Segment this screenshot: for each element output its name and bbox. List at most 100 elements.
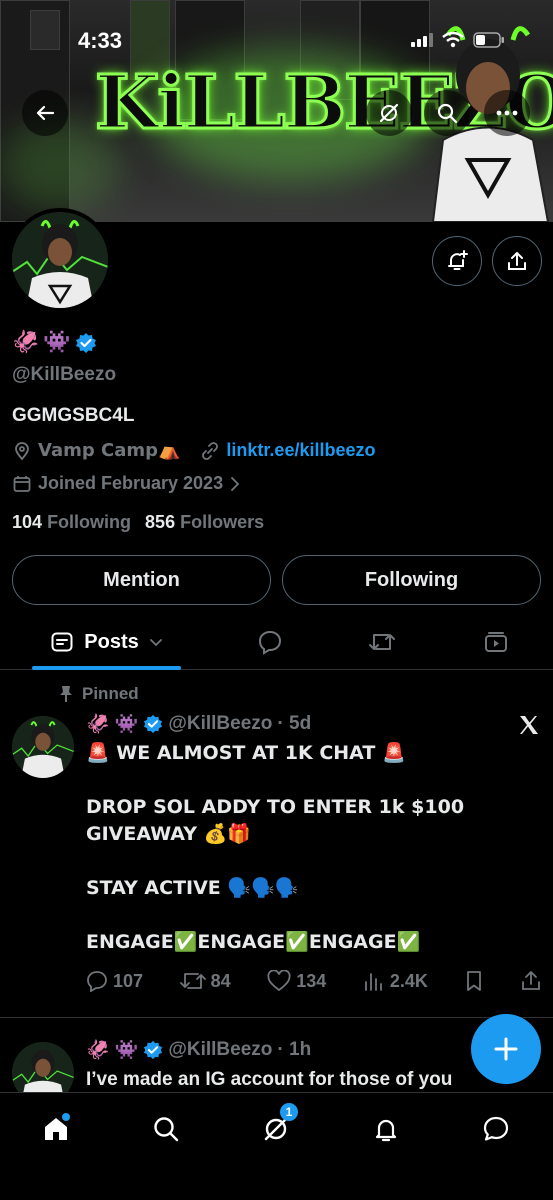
back-button[interactable] — [22, 90, 68, 136]
following-stat[interactable]: 104 Following — [12, 512, 131, 533]
display-name: 🦑 👾 — [12, 330, 97, 355]
post-text-line-4: STAY ACTIVE 🗣️🗣️🗣️ — [86, 877, 299, 899]
back-arrow-icon — [36, 105, 55, 121]
share-action[interactable] — [521, 970, 541, 992]
reply-count: 107 — [113, 970, 144, 991]
post-text-line-1: 🚨 WE ALMOST AT 1K CHAT 🚨 — [86, 742, 406, 764]
profile-joined-row[interactable]: Joined February 2023 — [12, 473, 241, 494]
share-profile-button[interactable] — [492, 236, 542, 286]
post-avatar-image — [12, 716, 74, 778]
tab-posts-label: Posts — [84, 630, 139, 653]
post-text: 🚨 WE ALMOST AT 1K CHAT 🚨 DROP SOL ADDY T… — [86, 740, 526, 956]
post-author-handle[interactable]: @KillBeezo — [168, 1039, 272, 1061]
search-icon — [437, 103, 458, 124]
post-author-emoji-2: 👾 — [114, 1039, 139, 1061]
post-text-line-3: GIVEAWAY 💰🎁 — [86, 823, 251, 845]
like-icon — [267, 970, 291, 992]
verified-badge-icon — [144, 1040, 163, 1059]
battery-icon — [473, 32, 504, 48]
profile-joined-date: Joined February 2023 — [38, 473, 224, 493]
bottom-navigation: 1 — [0, 1092, 553, 1200]
reply-action[interactable]: 107 — [86, 970, 143, 992]
post-author-handle[interactable]: @KillBeezo — [168, 713, 272, 735]
search-icon — [154, 1117, 179, 1142]
post-text-line-2: DROP SOL ADDY TO ENTER 1k $100 — [86, 796, 465, 818]
post-header: 🦑 👾 @KillBeezo · 1h — [86, 1038, 312, 1062]
following-button[interactable]: Following — [282, 555, 541, 605]
chevron-right-icon — [231, 476, 240, 491]
signal-icon — [411, 33, 433, 47]
followers-stat[interactable]: 856 Followers — [145, 512, 264, 533]
tab-media[interactable] — [474, 615, 518, 669]
bookmark-icon — [467, 971, 482, 991]
grok-icon — [379, 103, 399, 123]
nav-notifications[interactable] — [366, 1109, 406, 1149]
repost-tab-icon — [369, 634, 395, 650]
follow-stats: 104 Following 856 Followers — [12, 512, 264, 533]
post-timestamp: · 1h — [277, 1038, 312, 1060]
notify-plus-icon — [448, 250, 468, 270]
nav-messages[interactable] — [476, 1109, 516, 1149]
chevron-down-icon — [149, 639, 162, 647]
nav-search[interactable] — [146, 1109, 186, 1149]
location-icon — [15, 441, 29, 460]
status-bar: 4:33 — [0, 0, 553, 80]
plus-icon — [494, 1037, 518, 1061]
bell-icon — [375, 1119, 397, 1142]
followers-label: Followers — [180, 512, 265, 532]
post-avatar[interactable] — [12, 716, 74, 778]
display-name-emoji-2: 👾 — [43, 330, 71, 355]
tab-reposts[interactable] — [360, 615, 404, 669]
pin-icon — [60, 686, 72, 702]
reply-tab-icon — [258, 630, 282, 655]
link-icon — [202, 441, 219, 460]
display-name-emoji-1: 🦑 — [12, 330, 40, 355]
mention-button[interactable]: Mention — [12, 555, 271, 605]
tab-posts[interactable]: Posts — [32, 615, 181, 669]
chat-icon — [483, 1116, 509, 1141]
profile-avatar[interactable] — [8, 208, 112, 312]
verified-badge-icon[interactable] — [75, 332, 97, 354]
bookmark-action[interactable] — [464, 970, 484, 992]
profile-tabs: Posts — [0, 615, 553, 670]
nav-grok[interactable]: 1 — [256, 1103, 298, 1149]
post-author-emoji-1: 🦑 — [86, 713, 110, 735]
following-label: Following — [47, 512, 132, 532]
views-icon — [364, 973, 382, 991]
post-timestamp: · 5d — [277, 712, 312, 734]
repost-icon — [179, 973, 206, 989]
media-tab-icon — [485, 632, 507, 652]
profile-meta-row: Vamp Camp⛺ linktr.ee/killbeezo — [12, 440, 375, 461]
search-button[interactable] — [424, 90, 470, 136]
grok-badge: 1 — [280, 1103, 298, 1121]
notifications-subscribe-button[interactable] — [432, 236, 482, 286]
status-time: 4:33 — [78, 28, 123, 53]
avatar-image — [12, 212, 108, 308]
pinned-label: Pinned — [82, 684, 139, 703]
post-author-emoji-2: 👾 — [114, 713, 139, 735]
more-button[interactable] — [484, 90, 530, 136]
like-action[interactable]: 134 — [267, 970, 326, 992]
post-divider — [0, 1017, 553, 1018]
profile-website-link[interactable]: linktr.ee/killbeezo — [226, 440, 375, 461]
more-icon — [496, 110, 518, 116]
posts-icon — [51, 632, 73, 652]
wifi-icon — [442, 32, 464, 48]
nav-home[interactable] — [36, 1109, 76, 1149]
followers-count: 856 — [145, 512, 176, 532]
post-header: 🦑 👾 @KillBeezo · 5d — [86, 712, 312, 736]
views-count: 2.4K — [389, 970, 428, 991]
post-text-line-1: I’ve made an IG account for those of you — [86, 1069, 453, 1090]
reply-icon — [87, 971, 107, 992]
active-tab-indicator — [32, 666, 181, 670]
share-icon — [522, 971, 540, 990]
profile-handle: @KillBeezo — [12, 364, 117, 385]
grok-button[interactable] — [366, 90, 412, 136]
following-count: 104 — [12, 512, 43, 532]
views-action[interactable]: 2.4K — [363, 970, 428, 992]
tab-replies[interactable] — [248, 615, 292, 669]
compose-post-button[interactable] — [471, 1014, 541, 1084]
repost-action[interactable]: 84 — [179, 970, 231, 992]
post-actions: 107 84 134 2.4K — [86, 968, 541, 994]
like-count: 134 — [296, 970, 327, 991]
